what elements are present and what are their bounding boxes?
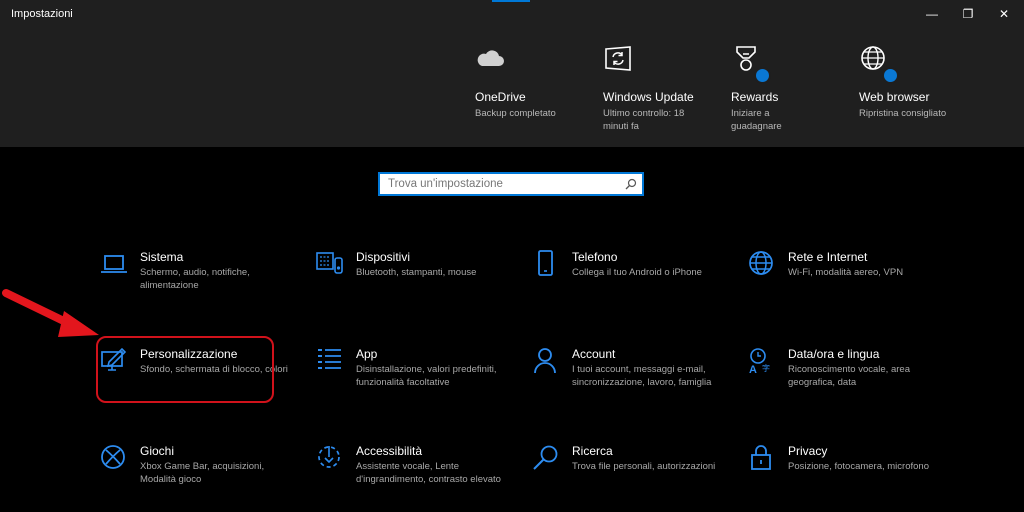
tile-name: OneDrive (475, 90, 526, 104)
tile-name: Windows Update (603, 90, 694, 104)
red-arrow-icon (2, 289, 99, 337)
category-desc: Disinstallazione, valori predefiniti, fu… (356, 364, 497, 388)
xbox-icon (101, 445, 125, 469)
category-name: Sistema (140, 250, 184, 264)
tile-desc: Iniziare a guadagnare (731, 108, 782, 132)
category-desc: Trova file personali, autorizzazioni (572, 461, 716, 472)
tile-web-browser[interactable]: Web browser Ripristina consigliato (859, 44, 979, 120)
highlight-outline (96, 336, 274, 403)
tile-desc: Ripristina consigliato (859, 108, 947, 119)
close-button[interactable]: ✕ (984, 0, 1024, 28)
devices-icon (316, 252, 343, 274)
time-language-icon: A 字 (749, 348, 770, 375)
tile-desc: Backup completato (475, 108, 556, 119)
globe-icon (859, 44, 899, 84)
category-name: Account (572, 347, 616, 361)
notification-badge (882, 67, 899, 84)
category-desc: I tuoi account, messaggi e-mail, sincron… (572, 364, 712, 388)
phone-icon (538, 250, 553, 276)
notification-badge (754, 67, 771, 84)
person-icon (534, 348, 556, 374)
tile-name: Rewards (731, 90, 779, 104)
search-icon (533, 445, 558, 470)
category-name: Giochi (140, 444, 175, 458)
search-box[interactable] (378, 172, 644, 196)
category-desc: Collega il tuo Android o iPhone (572, 267, 702, 278)
category-desc: Xbox Game Bar, acquisizioni, Modalità gi… (140, 461, 265, 485)
accessibility-icon (318, 446, 340, 468)
globe-icon (749, 251, 773, 275)
category-name: Rete e Internet (788, 250, 868, 264)
category-desc: Assistente vocale, Lente d'ingrandimento… (356, 461, 501, 485)
category-name: Ricerca (572, 444, 613, 458)
category-desc: Posizione, fotocamera, microfono (788, 461, 929, 472)
cloud-icon (475, 44, 509, 78)
category-name: Dispositivi (356, 250, 411, 264)
category-name: Telefono (572, 250, 618, 264)
apps-list-icon (318, 349, 341, 369)
svg-text:A: A (749, 364, 757, 375)
title-accent-bar (492, 0, 530, 2)
category-desc: Schermo, audio, notifiche, alimentazione (140, 267, 250, 291)
category-name: Privacy (788, 444, 828, 458)
search-input[interactable] (380, 174, 618, 194)
tile-onedrive[interactable]: OneDrive Backup completato (475, 44, 595, 120)
restore-button[interactable]: ❐ (948, 0, 988, 28)
lock-icon (751, 445, 771, 470)
search-icon (625, 178, 637, 190)
category-name: App (356, 347, 378, 361)
category-desc: Riconoscimento vocale, area geografica, … (788, 364, 910, 388)
category-name: Accessibilità (356, 444, 423, 458)
tile-name: Web browser (859, 90, 930, 104)
tile-desc: Ultimo controllo: 18 minuti fa (603, 108, 685, 132)
category-name: Data/ora e lingua (788, 347, 880, 361)
trophy-icon (731, 44, 771, 84)
update-icon (603, 44, 637, 78)
tile-rewards[interactable]: Rewards Iniziare a guadagnare (731, 44, 821, 133)
laptop-icon (101, 255, 127, 273)
category-desc: Wi-Fi, modalità aereo, VPN (788, 267, 904, 278)
title-bar: Impostazioni — ❐ ✕ (0, 0, 1024, 30)
window-title: Impostazioni (11, 8, 73, 20)
category-desc: Bluetooth, stampanti, mouse (356, 267, 477, 278)
tile-windows-update[interactable]: Windows Update Ultimo controllo: 18 minu… (603, 44, 698, 133)
svg-text:字: 字 (762, 363, 770, 373)
minimize-button[interactable]: — (912, 0, 952, 28)
